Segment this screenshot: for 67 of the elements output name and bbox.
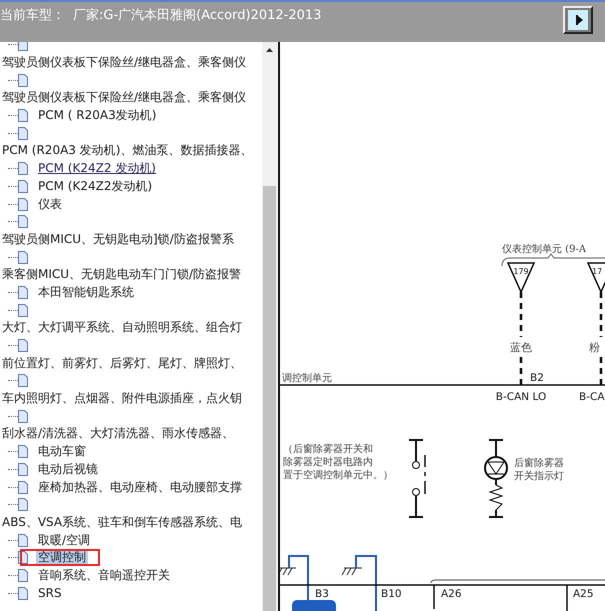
nav-button[interactable]	[292, 600, 336, 611]
document-icon	[18, 339, 28, 352]
scroll-up-icon[interactable]	[266, 48, 273, 52]
tree-item[interactable]: ABS、VSA系统、驻车和倒车传感器系统、电	[0, 514, 244, 531]
module-label: 调控制单元	[282, 373, 332, 384]
tree-item[interactable]: 乘客侧MICU、无钥匙电动车门门锁/防盗报警	[0, 266, 244, 284]
wire-color-label: 粉	[589, 341, 600, 354]
document-icon	[18, 445, 28, 458]
tree-item[interactable]: PCM (K24Z2发动机)	[36, 178, 154, 195]
document-icon	[18, 534, 28, 547]
document-icon	[18, 109, 28, 122]
document-icon	[18, 250, 28, 264]
tree-item[interactable]: 仪表	[36, 196, 64, 213]
car-model: 厂家:G-广汽本田雅阁(Accord)2012-2013	[73, 7, 322, 24]
document-icon	[18, 374, 28, 388]
terminal-label: B2	[530, 372, 544, 384]
document-icon	[18, 74, 28, 87]
document-icon	[18, 304, 28, 317]
document-icon	[18, 586, 28, 600]
document-icon	[18, 286, 28, 299]
tree-item[interactable]: 车内照明灯、点烟器、附件电源插座，点火钥	[0, 390, 244, 408]
ground-symbol	[280, 568, 296, 576]
document-icon	[18, 480, 28, 494]
tree-item[interactable]: 座椅加热器、电动座椅、电动腰部支撑	[36, 478, 244, 496]
scroll-thumb[interactable]	[263, 186, 276, 611]
document-icon	[18, 215, 28, 228]
tree-item[interactable]: 驾驶员侧仪表板下保险丝/继电器盒、乘客侧仪	[0, 54, 248, 72]
document-icon	[18, 568, 28, 582]
scrollbar[interactable]	[262, 42, 277, 611]
connector-label: A25	[573, 588, 594, 600]
connector-label: B3	[315, 588, 329, 600]
document-icon	[18, 462, 28, 476]
panel-toggle-button[interactable]	[563, 6, 593, 34]
lamp-label: 后窗除雾器 开关指示灯	[514, 458, 564, 482]
connector-label: B10	[381, 588, 402, 600]
connector-pin: 17	[586, 262, 605, 294]
connector-label: A26	[441, 588, 462, 600]
tree-item[interactable]: SRS	[36, 586, 64, 600]
document-icon	[18, 498, 28, 512]
note-text: （后窗除雾器开关和 除雾器定时器电路内 置于空调控制单元中。）	[283, 444, 393, 481]
header-label: 当前车型：	[0, 7, 65, 24]
unit-title: 仪表控制单元 (9-A	[502, 244, 586, 255]
wire-color-label: 蓝色	[510, 341, 532, 354]
tree-item[interactable]: 前位置灯、前雾灯、后雾灯、尾灯、牌照灯、	[0, 354, 244, 372]
tree-item[interactable]: 取暖/空调	[36, 532, 92, 549]
tree-item[interactable]: 驾驶员侧仪表板下保险丝/继电器盒、乘客侧仪	[0, 89, 248, 106]
document-icon	[18, 180, 28, 193]
tree-item[interactable]: 驾驶员侧MICU、无钥匙电动]锁/防盗报警系	[0, 230, 236, 248]
tree-item[interactable]: PCM (R20A3 发动机)、燃油泵、数据插接器、	[0, 142, 254, 160]
document-icon	[18, 410, 28, 423]
document-icon	[18, 126, 28, 140]
document-icon	[18, 162, 28, 176]
arrow-right-icon	[568, 10, 588, 30]
tree-item[interactable]: 电动车窗	[36, 443, 88, 460]
signal-label: B-CAN LO	[496, 391, 546, 403]
tree-item[interactable]: PCM ( R20A3发动机)	[36, 107, 158, 124]
tree-item[interactable]: 音响系统、音响遥控开关	[36, 566, 172, 584]
connector-pin: 179	[506, 262, 536, 294]
document-icon	[18, 198, 28, 211]
signal-label: B-CA	[579, 391, 605, 403]
tree-item[interactable]: 电动后视镜	[36, 460, 100, 478]
wire-line	[355, 555, 377, 611]
tree-item[interactable]: 大灯、大灯调平系统、自动照明系统、组合灯	[0, 319, 244, 336]
tree-item[interactable]: 刮水器/清洗器、大灯清洗器、雨水传感器、	[0, 425, 236, 442]
tree-item[interactable]: 本田智能钥匙系统	[36, 284, 136, 301]
tree-item[interactable]: PCM (K24Z2 发动机)	[36, 160, 158, 178]
ground-symbol	[342, 568, 362, 576]
